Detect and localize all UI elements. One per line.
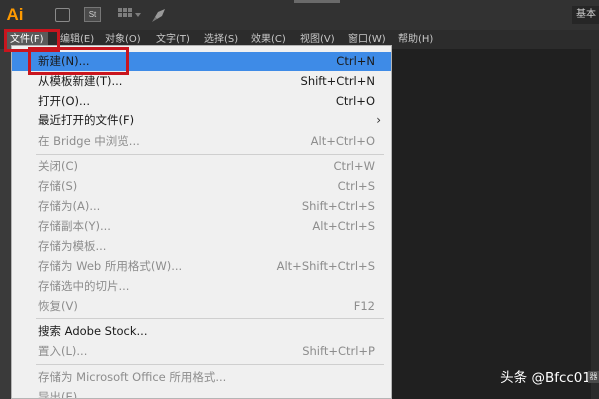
menu-item-close[interactable]: 关闭(C) Ctrl+W (12, 157, 391, 176)
window-title-fragment (294, 0, 340, 3)
menu-item-shortcut: Ctrl+S (337, 179, 375, 193)
menu-item-open-recent[interactable]: 最近打开的文件(F) › (12, 111, 391, 130)
new-item-highlight-box (28, 47, 129, 75)
menu-item-label: 存储为模板... (38, 239, 107, 253)
panel-corner-icon: 器 (588, 371, 599, 383)
menu-item-shortcut: Shift+Ctrl+N (300, 74, 375, 88)
menu-item-shortcut: Alt+Ctrl+O (310, 134, 375, 148)
menu-item-search-adobe-stock[interactable]: 搜索 Adobe Stock... (12, 322, 391, 341)
menu-separator (36, 364, 384, 365)
menu-item-export[interactable]: 导出(E) (12, 388, 391, 399)
menu-item-shortcut: Shift+Ctrl+P (302, 344, 375, 358)
menu-item-save-copy[interactable]: 存储副本(Y)... Alt+Ctrl+S (12, 217, 391, 236)
menu-item-label: 导出(E) (38, 390, 78, 399)
menu-item-label: 最近打开的文件(F) (38, 113, 135, 127)
menu-item-save-for-microsoft-office[interactable]: 存储为 Microsoft Office 所用格式... (12, 368, 391, 387)
file-menu-dropdown: 新建(N)... Ctrl+N 从模板新建(T)... Shift+Ctrl+N… (11, 45, 392, 399)
menu-item-shortcut: Ctrl+O (335, 94, 375, 108)
menu-item-shortcut: F12 (353, 299, 375, 313)
menu-item-shortcut: Alt+Shift+Ctrl+S (276, 259, 375, 273)
menu-item-label: 存储为 Web 所用格式(W)... (38, 259, 183, 273)
menu-item-label: 存储为 Microsoft Office 所用格式... (38, 370, 227, 384)
menu-item-label: 存储(S) (38, 179, 78, 193)
menu-item-save-as[interactable]: 存储为(A)... Shift+Ctrl+S (12, 197, 391, 216)
menu-item-shortcut: Ctrl+W (333, 159, 375, 173)
menu-separator (36, 318, 384, 319)
menu-separator (36, 154, 384, 155)
bridge-icon[interactable] (55, 8, 70, 22)
workspace-switcher[interactable]: 基本 (572, 6, 599, 24)
menu-item-label: 置入(L)... (38, 344, 88, 358)
stock-icon[interactable]: St (84, 7, 101, 22)
vertical-scrollbar[interactable] (591, 49, 599, 399)
menu-item-label: 搜索 Adobe Stock... (38, 324, 148, 338)
menu-item-label: 关闭(C) (38, 159, 79, 173)
chevron-right-icon: › (376, 113, 381, 127)
menu-item-browse-in-bridge[interactable]: 在 Bridge 中浏览... Alt+Ctrl+O (12, 132, 391, 151)
menu-item-save-as-template[interactable]: 存储为模板... (12, 237, 391, 256)
arrange-documents-icon[interactable] (118, 8, 141, 22)
menu-item-revert[interactable]: 恢复(V) F12 (12, 297, 391, 316)
menu-help[interactable]: 帮助(H) (398, 30, 433, 49)
menu-item-save-selected-slices[interactable]: 存储选中的切片... (12, 277, 391, 296)
watermark-text: 头条 @Bfcc01 (500, 370, 591, 386)
application-bar: Ai St 基本 (0, 0, 599, 30)
canvas-area (392, 49, 599, 399)
menu-item-label: 打开(O)... (38, 94, 90, 108)
menu-item-shortcut: Alt+Ctrl+S (312, 219, 375, 233)
tools-panel-edge (0, 49, 11, 399)
menu-item-label: 恢复(V) (38, 299, 78, 313)
menu-item-open[interactable]: 打开(O)... Ctrl+O (12, 92, 391, 111)
rocket-icon[interactable] (151, 7, 167, 23)
menu-item-label: 存储副本(Y)... (38, 219, 111, 233)
menu-item-shortcut: Shift+Ctrl+S (301, 199, 375, 213)
menu-item-save-for-web[interactable]: 存储为 Web 所用格式(W)... Alt+Shift+Ctrl+S (12, 257, 391, 276)
menu-item-label: 存储选中的切片... (38, 279, 130, 293)
menu-item-label: 存储为(A)... (38, 199, 101, 213)
menu-item-save[interactable]: 存储(S) Ctrl+S (12, 177, 391, 196)
menu-item-place[interactable]: 置入(L)... Shift+Ctrl+P (12, 342, 391, 361)
menu-item-shortcut: Ctrl+N (336, 54, 375, 68)
menu-item-label: 在 Bridge 中浏览... (38, 134, 140, 148)
illustrator-logo: Ai (6, 5, 24, 24)
